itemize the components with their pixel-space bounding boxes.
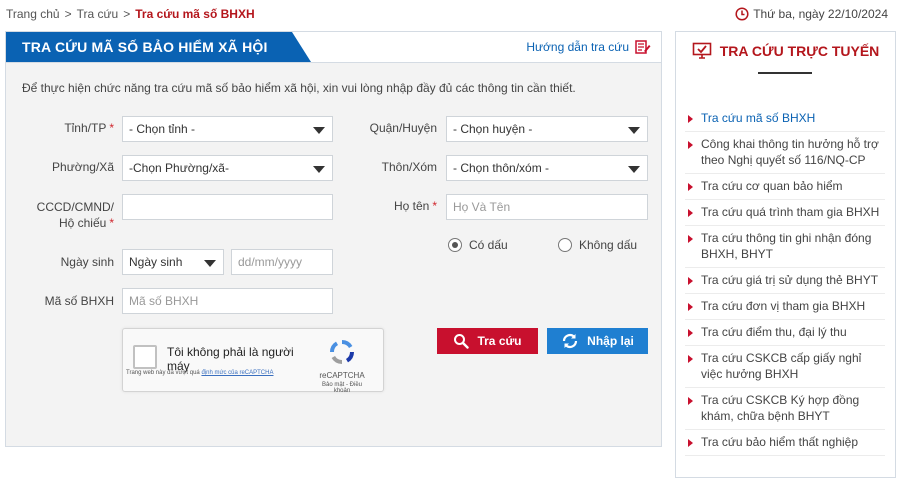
recaptcha-logo: reCAPTCHA Bảo mật - Điều khoản: [313, 337, 371, 394]
refresh-icon: [563, 334, 578, 348]
panel-title: TRA CỨU MÃ SỐ BẢO HIỂM XÃ HỘI: [6, 32, 311, 62]
dob-type-select[interactable]: Ngày sinh: [122, 249, 224, 275]
guide-link[interactable]: Hướng dẫn tra cứu: [526, 40, 651, 54]
sidebar-item-insurance-office[interactable]: Tra cứu cơ quan bảo hiểm: [685, 174, 885, 200]
district-select-value: - Chọn huyện -: [453, 122, 533, 136]
sidebar-item-payment-records[interactable]: Tra cứu thông tin ghi nhận đóng BHXH, BH…: [685, 226, 885, 268]
district-select[interactable]: - Chọn huyện -: [446, 116, 648, 142]
breadcrumb-lookup[interactable]: Tra cứu: [77, 7, 119, 21]
village-select-value: - Chọn thôn/xóm -: [453, 161, 550, 175]
monitor-check-icon: [692, 42, 712, 59]
sidebar-header: TRA CỨU TRỰC TUYẾN: [676, 42, 895, 60]
breadcrumb-home[interactable]: Trang chủ: [6, 7, 60, 21]
full-name-input[interactable]: Họ Và Tên: [446, 194, 648, 220]
sidebar-item-support-116[interactable]: Công khai thông tin hưởng hỗ trợ theo Ng…: [685, 132, 885, 174]
village-label: Thôn/Xóm: [381, 160, 437, 174]
id-number-label: CCCD/CMND/ Hộ chiếu *: [26, 199, 114, 231]
full-name-label: Họ tên *: [346, 199, 437, 213]
recaptcha-label: Tôi không phải là người máy: [167, 345, 294, 373]
lookup-panel: TRA CỨU MÃ SỐ BẢO HIỂM XÃ HỘI Hướng dẫn …: [5, 31, 662, 447]
sidebar-item-participating-units[interactable]: Tra cứu đơn vị tham gia BHXH: [685, 294, 885, 320]
bhxh-code-label: Mã số BHXH: [44, 294, 114, 308]
intro-text: Để thực hiện chức năng tra cứu mã số bảo…: [22, 81, 576, 95]
clock-icon: [735, 7, 749, 21]
province-label: Tỉnh/TP *: [26, 121, 114, 135]
panel-header: TRA CỨU MÃ SỐ BẢO HIỂM XÃ HỘI Hướng dẫn …: [6, 32, 661, 63]
sidebar-list: Tra cứu mã số BHXH Công khai thông tin h…: [685, 106, 885, 456]
village-select[interactable]: - Chọn thôn/xóm -: [446, 155, 648, 181]
province-select-value: - Chọn tỉnh -: [129, 122, 196, 136]
chevron-down-icon: [628, 127, 640, 134]
required-mark: *: [109, 121, 114, 135]
breadcrumb-current: Tra cứu mã số BHXH: [135, 7, 255, 21]
chevron-down-icon: [204, 260, 216, 267]
ward-select-value: -Chọn Phường/xã-: [129, 161, 229, 175]
district-label: Quận/Huyện: [369, 121, 437, 135]
sidebar-divider: [758, 72, 812, 74]
breadcrumb-separator: >: [123, 7, 131, 21]
full-name-label-text: Họ tên: [393, 199, 430, 213]
sidebar-title: TRA CỨU TRỰC TUYẾN: [719, 43, 880, 59]
reset-button-label: Nhập lại: [587, 334, 634, 348]
id-number-label-line1: CCCD/CMND/: [36, 200, 114, 214]
dob-label: Ngày sinh: [60, 255, 114, 269]
chevron-down-icon: [313, 166, 325, 173]
recaptcha-note-link[interactable]: định mức của reCAPTCHA: [201, 370, 273, 376]
sidebar-item-participation-history[interactable]: Tra cứu quá trình tham gia BHXH: [685, 200, 885, 226]
province-select[interactable]: - Chọn tỉnh -: [122, 116, 333, 142]
chevron-down-icon: [628, 166, 640, 173]
date-text: Thứ ba, ngày 22/10/2024: [753, 7, 888, 21]
reset-button[interactable]: Nhập lại: [547, 328, 648, 354]
ward-label: Phường/Xã: [52, 160, 114, 174]
radio-unselected-icon: [558, 238, 572, 252]
sidebar-item-bhxh-code[interactable]: Tra cứu mã số BHXH: [685, 106, 885, 132]
bhxh-code-input[interactable]: Mã số BHXH: [122, 288, 333, 314]
required-mark: *: [109, 216, 114, 230]
sidebar-item-bhyt-card-validity[interactable]: Tra cứu giá trị sử dụng thẻ BHYT: [685, 268, 885, 294]
sidebar-item-contracted-facilities[interactable]: Tra cứu CSKCB Ký hợp đồng khám, chữa bện…: [685, 388, 885, 430]
search-icon: [454, 334, 470, 349]
accent-option-with[interactable]: Có dấu: [448, 238, 508, 252]
dob-type-value: Ngày sinh: [129, 255, 183, 269]
accent-option-with-label: Có dấu: [469, 238, 508, 252]
dob-input[interactable]: dd/mm/yyyy: [231, 249, 333, 275]
search-button-label: Tra cứu: [477, 334, 522, 348]
ward-select[interactable]: -Chọn Phường/xã-: [122, 155, 333, 181]
recaptcha-terms[interactable]: Bảo mật - Điều khoản: [313, 382, 371, 394]
breadcrumb: Trang chủ > Tra cứu > Tra cứu mã số BHXH: [6, 7, 255, 21]
edit-note-icon: [635, 40, 651, 54]
sidebar-item-sick-leave-facilities[interactable]: Tra cứu CSKCB cấp giấy nghỉ việc hưởng B…: [685, 346, 885, 388]
recaptcha-widget: Tôi không phải là người máy reCAPTCHA Bả…: [122, 328, 384, 394]
accent-option-without-label: Không dấu: [579, 238, 638, 252]
recaptcha-icon: [330, 340, 354, 364]
sidebar: TRA CỨU TRỰC TUYẾN Tra cứu mã số BHXH Cô…: [675, 31, 896, 478]
recaptcha-note-text: Trang web này đã vượt quá: [126, 370, 202, 376]
breadcrumb-separator: >: [64, 7, 72, 21]
province-label-text: Tỉnh/TP: [64, 121, 107, 135]
sidebar-item-collection-points[interactable]: Tra cứu điểm thu, đại lý thu: [685, 320, 885, 346]
search-button[interactable]: Tra cứu: [437, 328, 538, 354]
id-number-input[interactable]: [122, 194, 333, 220]
recaptcha-brand: reCAPTCHA: [319, 371, 365, 380]
recaptcha-checkbox[interactable]: [133, 345, 157, 369]
sidebar-item-unemployment[interactable]: Tra cứu bảo hiểm thất nghiệp: [685, 430, 885, 456]
id-number-label-line2: Hộ chiếu: [58, 216, 107, 230]
radio-selected-icon: [448, 238, 462, 252]
recaptcha-quota-note: Trang web này đã vượt quá định mức của r…: [126, 370, 286, 377]
required-mark: *: [432, 199, 437, 213]
accent-option-without[interactable]: Không dấu: [558, 238, 637, 252]
guide-link-label: Hướng dẫn tra cứu: [526, 40, 629, 54]
chevron-down-icon: [313, 127, 325, 134]
current-date: Thứ ba, ngày 22/10/2024: [735, 7, 888, 21]
